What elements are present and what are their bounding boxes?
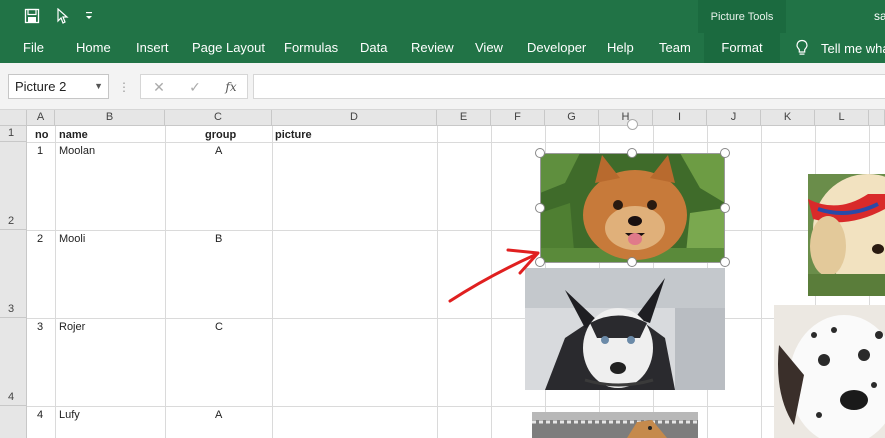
window-title: sa [874,9,885,23]
cell-no[interactable]: 3 [37,321,43,333]
rotate-handle[interactable] [627,119,638,130]
column-header-h[interactable]: H [599,110,653,126]
cell-name[interactable]: Rojer [59,321,85,333]
cell-no[interactable]: 4 [37,409,43,421]
header-cell-group[interactable]: group [205,129,236,141]
column-header-l[interactable]: L [815,110,869,126]
header-cell-name[interactable]: name [59,129,88,141]
tab-insert[interactable]: Insert [136,33,169,63]
column-header-d[interactable]: D [272,110,437,126]
name-box-value: Picture 2 [15,79,67,94]
lightbulb-icon [796,39,808,55]
column-header-c[interactable]: C [165,110,272,126]
touch-mode-icon[interactable] [53,7,71,25]
enter-icon[interactable]: ✓ [186,78,204,96]
tab-view[interactable]: View [475,33,503,63]
row-header-4[interactable]: 4 [0,318,27,406]
row-header-3[interactable]: 3 [0,230,27,318]
picture-pomeranian[interactable] [540,153,725,263]
formula-bar-area: Picture 2 ▼ ⋮ ✕ ✓ fx [0,63,885,110]
gridline [165,126,166,438]
cell-group[interactable]: C [215,321,223,333]
tab-page-layout[interactable]: Page Layout [192,33,265,63]
tell-me-text: Tell me wha [821,40,885,56]
row-header-5[interactable] [0,406,27,438]
name-box[interactable]: Picture 2 ▼ [8,74,109,99]
resize-handle[interactable] [720,257,730,267]
tell-me-box[interactable]: Tell me wha [795,33,885,63]
cell-no[interactable]: 1 [37,145,43,157]
resize-handle[interactable] [720,148,730,158]
tab-developer[interactable]: Developer [527,33,586,63]
column-header-g[interactable]: G [545,110,599,126]
header-cell-no[interactable]: no [35,129,48,141]
column-header-b[interactable]: B [55,110,165,126]
formula-input[interactable] [253,74,885,99]
cell-no[interactable]: 2 [37,233,43,245]
column-header-m[interactable] [869,110,885,126]
cell-name[interactable]: Lufy [59,409,80,421]
picture-dalmatian[interactable] [774,305,885,438]
tab-file[interactable]: File [23,33,44,63]
gridline [437,126,438,438]
gridline [272,126,273,438]
cell-group[interactable]: A [215,145,222,157]
gridline [55,126,56,438]
header-cell-picture[interactable]: picture [275,129,312,141]
tab-data[interactable]: Data [360,33,387,63]
column-header-j[interactable]: J [707,110,761,126]
chevron-down-icon[interactable]: ▼ [94,75,103,98]
column-header-e[interactable]: E [437,110,491,126]
resize-handle[interactable] [720,203,730,213]
tab-review[interactable]: Review [411,33,454,63]
title-bar: Picture Tools sa [0,0,885,33]
tab-format[interactable]: Format [704,33,780,63]
customize-qat-icon[interactable] [80,7,98,25]
gridline [27,142,885,143]
cell-name[interactable]: Mooli [59,233,85,245]
column-header-k[interactable]: K [761,110,815,126]
tab-formulas[interactable]: Formulas [284,33,338,63]
insert-function-icon[interactable]: fx [222,78,240,96]
worksheet-grid: A B C D E F G H I J K L 1 2 3 4 no name … [0,110,885,438]
resize-handle[interactable] [627,148,637,158]
tab-home[interactable]: Home [76,33,111,63]
column-header-a[interactable]: A [27,110,55,126]
cell-group[interactable]: A [215,409,222,421]
formula-buttons: ✕ ✓ fx [140,74,248,99]
red-arrow-annotation [448,248,540,303]
picture-labrador[interactable] [808,174,885,296]
select-all-corner[interactable] [0,110,27,126]
gridline [27,406,885,407]
resize-handle[interactable] [535,148,545,158]
cell-group[interactable]: B [215,233,222,245]
ribbon-tabs: File Home Insert Page Layout Formulas Da… [0,33,885,63]
tab-help[interactable]: Help [607,33,634,63]
row-header-2[interactable]: 2 [0,142,27,230]
cell-name[interactable]: Moolan [59,145,95,157]
row-header-1[interactable]: 1 [0,126,27,142]
picture-tools-label: Picture Tools [698,0,786,33]
resize-handle[interactable] [535,203,545,213]
gridline [761,126,762,438]
column-header-f[interactable]: F [491,110,545,126]
picture-dog-4[interactable] [532,412,698,438]
gridline [27,230,885,231]
column-header-i[interactable]: I [653,110,707,126]
cancel-icon[interactable]: ✕ [150,78,168,96]
tab-team[interactable]: Team [659,33,691,63]
save-icon[interactable] [23,7,41,25]
gridline [27,318,885,319]
resize-handle[interactable] [627,257,637,267]
picture-husky[interactable] [525,268,725,390]
grip-dots-icon: ⋮ [118,80,130,94]
